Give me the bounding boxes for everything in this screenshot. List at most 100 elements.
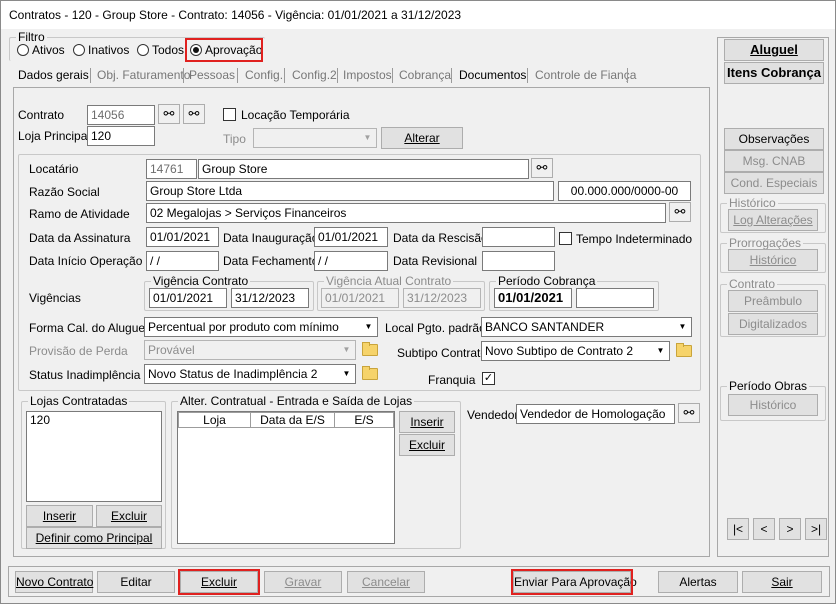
data-inicio-operacao-input[interactable]: / / (146, 251, 219, 271)
forma-cal-select[interactable]: Percentual por produto com mínimo ▼ (144, 317, 378, 337)
checkmark-icon: ✓ (483, 372, 494, 384)
nav-next-button[interactable]: > (779, 518, 801, 540)
vigencia-contrato-inicio-input[interactable]: 01/01/2021 (149, 288, 227, 308)
binoculars-icon: ⚯ (163, 106, 175, 121)
sair-button[interactable]: Sair (742, 571, 822, 593)
vigencia-atual-inicio-input[interactable]: 01/01/2021 (321, 288, 399, 308)
editar-button[interactable]: Editar (97, 571, 175, 593)
alter-table[interactable]: Loja Data da E/S E/S (177, 411, 395, 544)
vigencias-label: Vigências (29, 291, 81, 305)
chevron-down-icon: ▼ (674, 318, 691, 336)
tab-separator (527, 68, 528, 83)
search-vendedor-button[interactable]: ⚯ (678, 403, 700, 423)
locatario-name-input[interactable]: Group Store (198, 159, 529, 179)
tab-obj-faturamento[interactable]: Obj. Faturamento (97, 65, 190, 85)
cond-especiais-button[interactable]: Cond. Especiais (724, 172, 824, 194)
itens-cobranca-button[interactable]: Itens Cobrança (724, 62, 824, 84)
search-contrato-alt-button[interactable]: ⚯ (183, 104, 205, 124)
alter-inserir-button[interactable]: Inserir (399, 411, 455, 433)
filter-ativos-radio[interactable]: Ativos (17, 43, 65, 57)
lojas-excluir-button[interactable]: Excluir (96, 505, 162, 527)
periodo-obras-historico-button[interactable]: Histórico (728, 394, 818, 416)
status-inad-folder-icon[interactable] (359, 364, 379, 382)
binoculars-icon: ⚯ (674, 204, 686, 219)
alter-excluir-button[interactable]: Excluir (399, 434, 455, 456)
tab-dados-gerais[interactable]: Dados gerais (18, 65, 89, 85)
data-rescisao-label: Data da Rescisão (393, 231, 488, 245)
list-item[interactable]: 120 (30, 413, 158, 427)
nav-prev-button[interactable]: < (753, 518, 775, 540)
lojas-list[interactable]: 120 (26, 411, 162, 502)
franquia-checkbox[interactable]: ✓ (482, 372, 495, 385)
vigencia-contrato-fim-input[interactable]: 31/12/2023 (231, 288, 309, 308)
data-inicio-operacao-label: Data Início Operação (29, 254, 143, 268)
column-header-data-es[interactable]: Data da E/S (250, 412, 335, 428)
tempo-indeterminado-label: Tempo Indeterminado (576, 232, 693, 246)
ramo-input[interactable]: 02 Megalojas > Serviços Financeiros (146, 203, 666, 223)
vigencia-atual-fim-input[interactable]: 31/12/2023 (403, 288, 481, 308)
cancelar-button[interactable]: Cancelar (347, 571, 425, 593)
provisao-select[interactable]: Provável ▼ (144, 340, 356, 360)
log-alteracoes-button[interactable]: Log Alterações (728, 209, 818, 231)
locatario-code-input[interactable]: 14761 (146, 159, 197, 179)
alertas-button[interactable]: Alertas (658, 571, 738, 593)
tipo-select[interactable]: ▼ (253, 128, 377, 148)
prorrogacoes-historico-button[interactable]: Histórico (728, 249, 818, 271)
ramo-label: Ramo de Atividade (29, 207, 130, 221)
search-ramo-button[interactable]: ⚯ (669, 202, 691, 222)
digitalizados-button[interactable]: Digitalizados (728, 313, 818, 335)
periodo-cobranca-fim-input[interactable] (576, 288, 654, 308)
local-pgto-select[interactable]: BANCO SANTANDER ▼ (481, 317, 692, 337)
data-fechamento-input[interactable]: / / (314, 251, 388, 271)
vendedor-input[interactable]: Vendedor de Homologação (516, 404, 675, 424)
filter-todos-radio[interactable]: Todos (137, 43, 184, 57)
alterar-button[interactable]: Alterar (381, 127, 463, 149)
tab-controle-fianca[interactable]: Controle de Fiança (535, 65, 636, 85)
provisao-label: Provisão de Perda (29, 344, 128, 358)
filter-inativos-radio[interactable]: Inativos (73, 43, 129, 57)
provisao-folder-icon[interactable] (359, 340, 379, 358)
tab-documentos[interactable]: Documentos (459, 65, 526, 85)
status-inad-select[interactable]: Novo Status de Inadimplência 2 ▼ (144, 364, 356, 384)
novo-contrato-button[interactable]: Novo Contrato (15, 571, 93, 593)
cnpj-input[interactable]: 00.000.000/0000-00 (558, 181, 691, 201)
lojas-inserir-button[interactable]: Inserir (26, 505, 93, 527)
chevron-down-icon: ▼ (652, 342, 669, 360)
data-inauguracao-input[interactable]: 01/01/2021 (314, 227, 388, 247)
data-revisional-input[interactable] (482, 251, 555, 271)
last-icon: >| (810, 522, 822, 536)
nav-first-button[interactable]: |< (727, 518, 749, 540)
observacoes-button[interactable]: Observações (724, 128, 824, 150)
contrato-input[interactable]: 14056 (87, 105, 155, 125)
column-header-loja[interactable]: Loja (178, 412, 251, 428)
contracts-window: Contratos - 120 - Group Store - Contrato… (0, 0, 836, 604)
tab-pessoas[interactable]: Pessoas (189, 65, 235, 85)
loja-principal-input[interactable]: 120 (87, 126, 155, 146)
subtipo-folder-icon[interactable] (673, 341, 693, 359)
search-contrato-button[interactable]: ⚯ (158, 104, 180, 124)
column-header-es[interactable]: E/S (334, 412, 394, 428)
preambulo-button[interactable]: Preâmbulo (728, 290, 818, 312)
data-rescisao-input[interactable] (482, 227, 555, 247)
subtipo-select[interactable]: Novo Subtipo de Contrato 2 ▼ (481, 341, 670, 361)
msg-cnab-button[interactable]: Msg. CNAB (724, 150, 824, 172)
tempo-indeterminado-checkbox[interactable] (559, 232, 572, 245)
search-locatario-button[interactable]: ⚯ (531, 158, 553, 178)
locacao-temporaria-label: Locação Temporária (241, 108, 350, 122)
subtipo-label: Subtipo Contrato (397, 346, 488, 360)
tab-config[interactable]: Config. (245, 65, 283, 85)
aluguel-button[interactable]: Aluguel (724, 39, 824, 61)
gravar-button[interactable]: Gravar (264, 571, 342, 593)
locacao-temporaria-checkbox[interactable] (223, 108, 236, 121)
tab-cobranca[interactable]: Cobrança (399, 65, 451, 85)
tipo-label: Tipo (223, 132, 246, 146)
razao-social-input[interactable]: Group Store Ltda (146, 181, 554, 201)
tab-separator (284, 68, 285, 83)
definir-principal-button[interactable]: Definir como Principal (26, 527, 162, 549)
periodo-cobranca-inicio-input[interactable]: 01/01/2021 (494, 288, 572, 308)
next-icon: > (786, 522, 794, 536)
tab-impostos[interactable]: Impostos (343, 65, 392, 85)
data-assinatura-input[interactable]: 01/01/2021 (146, 227, 219, 247)
nav-last-button[interactable]: >| (805, 518, 827, 540)
tab-config2[interactable]: Config.2 (292, 65, 337, 85)
